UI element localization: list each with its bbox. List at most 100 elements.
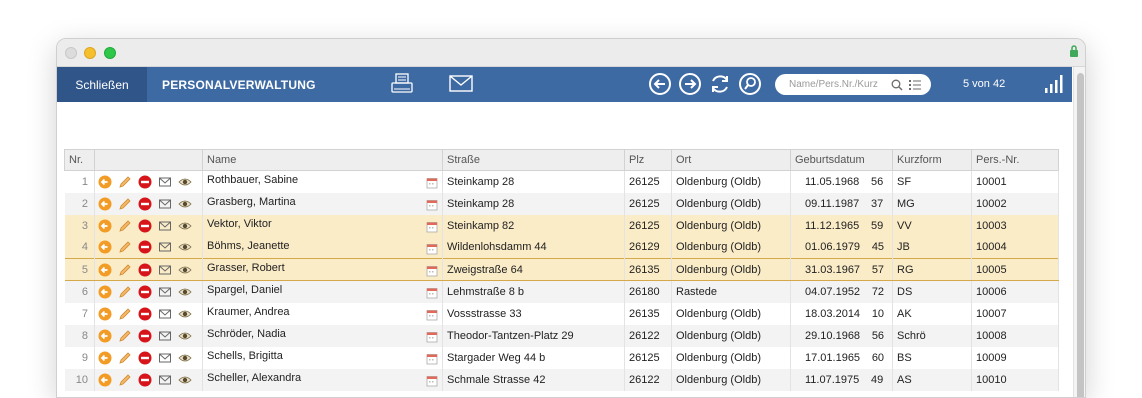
mail-icon[interactable] [158,240,172,254]
back-arrow-icon[interactable] [98,175,112,189]
delete-icon[interactable] [138,263,152,277]
table-row[interactable]: 10 Scheller, Alexandra Schmale Strasse 42… [64,368,1059,391]
cell-geburtsdatum[interactable]: 11.05.1968 56 [790,170,893,193]
cell-name[interactable]: Vektor, Viktor [202,214,443,237]
edit-pencil-icon[interactable] [118,285,132,299]
table-row[interactable]: 8 Schröder, Nadia Theodor-Tantzen-Platz 2… [64,324,1059,347]
cell-geburtsdatum[interactable]: 18.03.2014 10 [790,302,893,325]
table-row[interactable]: 5 Grasser, Robert Zweigstraße 64 26135 Olde… [64,258,1059,281]
edit-pencil-icon[interactable] [118,329,132,343]
cell-ort[interactable]: Oldenburg (Oldb) [671,302,791,325]
calendar-icon[interactable] [426,353,438,365]
cell-persnr[interactable]: 10001 [971,170,1059,193]
cell-plz[interactable]: 26122 [624,368,672,391]
list-icon[interactable] [909,79,921,91]
cell-name[interactable]: Spargel, Daniel [202,280,443,303]
cell-strasse[interactable]: Steinkamp 82 [442,214,625,237]
cell-name[interactable]: Böhms, Jeanette [202,236,443,259]
edit-pencil-icon[interactable] [118,219,132,233]
cell-ort[interactable]: Oldenburg (Oldb) [671,236,791,259]
delete-icon[interactable] [138,197,152,211]
cell-persnr[interactable]: 10006 [971,280,1059,303]
cell-persnr[interactable]: 10003 [971,214,1059,237]
table-row[interactable]: 9 Schells, Brigitta Stargader Weg 44 b 261… [64,346,1059,369]
calendar-icon[interactable] [426,331,438,343]
cell-ort[interactable]: Rastede [671,280,791,303]
cell-geburtsdatum[interactable]: 11.12.1965 59 [790,214,893,237]
back-arrow-icon[interactable] [98,307,112,321]
envelope-icon[interactable] [449,75,473,93]
cell-name[interactable]: Scheller, Alexandra [202,368,443,391]
cell-geburtsdatum[interactable]: 29.10.1968 56 [790,324,893,347]
view-eye-icon[interactable] [178,175,192,189]
delete-icon[interactable] [138,373,152,387]
printer-icon[interactable] [390,73,414,95]
cell-ort[interactable]: Oldenburg (Oldb) [671,192,791,215]
cell-persnr[interactable]: 10002 [971,192,1059,215]
cell-persnr[interactable]: 10007 [971,302,1059,325]
view-eye-icon[interactable] [178,240,192,254]
back-arrow-icon[interactable] [98,351,112,365]
cell-strasse[interactable]: Zweigstraße 64 [442,258,625,281]
view-eye-icon[interactable] [178,307,192,321]
cell-kurzform[interactable]: BS [892,346,972,369]
cell-ort[interactable]: Oldenburg (Oldb) [671,346,791,369]
cell-name[interactable]: Schröder, Nadia [202,324,443,347]
cell-strasse[interactable]: Schmale Strasse 42 [442,368,625,391]
view-eye-icon[interactable] [178,219,192,233]
delete-icon[interactable] [138,240,152,254]
cell-plz[interactable]: 26125 [624,192,672,215]
mail-icon[interactable] [158,329,172,343]
window-minimize-light[interactable] [84,47,96,59]
view-eye-icon[interactable] [178,197,192,211]
table-row[interactable]: 4 Böhms, Jeanette Wildenlohsdamm 44 26129 O… [64,236,1059,259]
cell-plz[interactable]: 26125 [624,346,672,369]
back-arrow-icon[interactable] [98,329,112,343]
cell-strasse[interactable]: Wildenlohsdamm 44 [442,236,625,259]
cell-plz[interactable]: 26125 [624,214,672,237]
calendar-icon[interactable] [426,199,438,211]
view-eye-icon[interactable] [178,351,192,365]
cell-name[interactable]: Grasser, Robert [202,258,443,281]
table-row[interactable]: 3 Vektor, Viktor Steinkamp 82 26125 Oldenbu… [64,214,1059,237]
back-arrow-icon[interactable] [98,285,112,299]
delete-icon[interactable] [138,329,152,343]
cell-strasse[interactable]: Vossstrasse 33 [442,302,625,325]
search-icon[interactable] [891,79,903,91]
cell-kurzform[interactable]: AS [892,368,972,391]
col-header-geburtsdatum[interactable]: Geburtsdatum [790,149,893,171]
cell-kurzform[interactable]: DS [892,280,972,303]
cell-strasse[interactable]: Lehmstraße 8 b [442,280,625,303]
view-eye-icon[interactable] [178,373,192,387]
cell-persnr[interactable]: 10009 [971,346,1059,369]
mail-icon[interactable] [158,285,172,299]
mail-icon[interactable] [158,219,172,233]
edit-pencil-icon[interactable] [118,175,132,189]
nav-forward-icon[interactable] [678,72,702,96]
edit-pencil-icon[interactable] [118,263,132,277]
search-zoom-icon[interactable] [738,72,762,96]
calendar-icon[interactable] [426,309,438,321]
nav-back-icon[interactable] [648,72,672,96]
cell-plz[interactable]: 26135 [624,302,672,325]
cell-kurzform[interactable]: RG [892,258,972,281]
edit-pencil-icon[interactable] [118,307,132,321]
cell-persnr[interactable]: 10008 [971,324,1059,347]
cell-plz[interactable]: 26180 [624,280,672,303]
cell-plz[interactable]: 26135 [624,258,672,281]
back-arrow-icon[interactable] [98,263,112,277]
cell-geburtsdatum[interactable]: 01.06.1979 45 [790,236,893,259]
cell-kurzform[interactable]: VV [892,214,972,237]
cell-strasse[interactable]: Steinkamp 28 [442,192,625,215]
cell-kurzform[interactable]: SF [892,170,972,193]
calendar-icon[interactable] [426,375,438,387]
delete-icon[interactable] [138,219,152,233]
cell-kurzform[interactable]: AK [892,302,972,325]
window-zoom-light[interactable] [104,47,116,59]
edit-pencil-icon[interactable] [118,240,132,254]
delete-icon[interactable] [138,285,152,299]
cell-kurzform[interactable]: JB [892,236,972,259]
cell-name[interactable]: Schells, Brigitta [202,346,443,369]
window-close-light[interactable] [65,47,77,59]
cell-name[interactable]: Kraumer, Andrea [202,302,443,325]
